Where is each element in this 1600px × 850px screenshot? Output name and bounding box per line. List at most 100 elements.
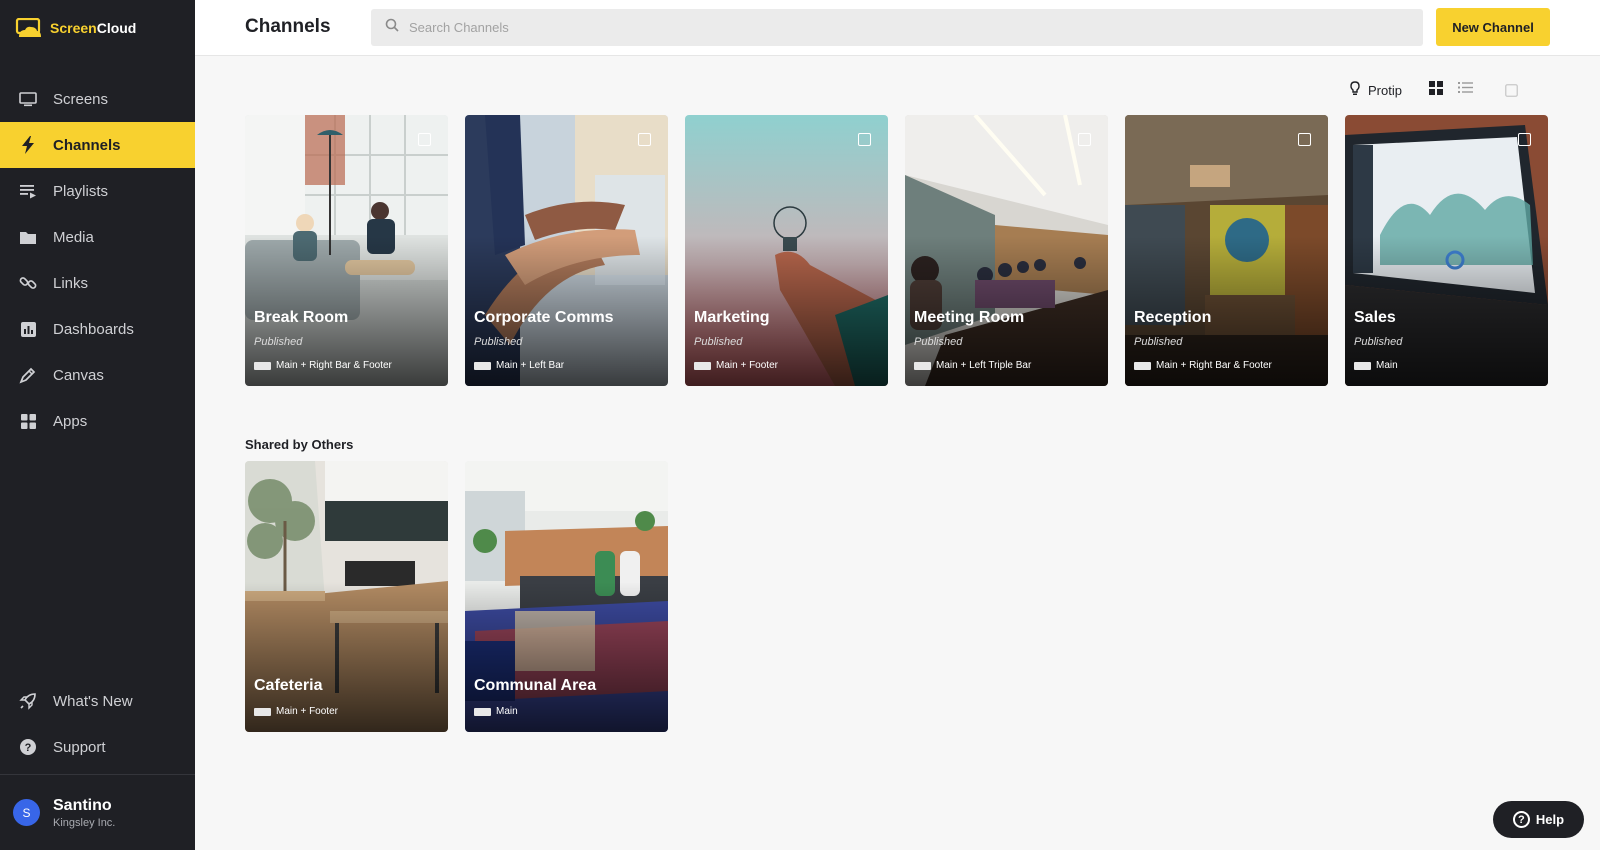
brand-name: ScreenCloud [50, 20, 137, 36]
view-toolbar: Protip [1350, 80, 1526, 100]
select-all-checkbox[interactable] [1498, 80, 1526, 100]
header: Channels New Channel [195, 0, 1600, 56]
folder-icon [19, 228, 37, 246]
sidebar-item-playlists[interactable]: Playlists [0, 168, 195, 214]
playlist-icon [19, 182, 37, 200]
sidebar-item-label: Support [53, 738, 106, 756]
card-layout: Main [474, 706, 518, 717]
new-channel-button[interactable]: New Channel [1436, 8, 1550, 46]
question-circle-icon: ? [1512, 811, 1530, 828]
card-title: Communal Area [474, 677, 597, 694]
card-title: Corporate Comms [474, 309, 614, 326]
monitor-icon [19, 90, 37, 108]
card-title: Cafeteria [254, 677, 323, 694]
sidebar-item-canvas[interactable]: Canvas [0, 352, 195, 398]
grid-apps-icon [19, 412, 37, 430]
link-icon [19, 274, 37, 292]
sidebar-item-label: Screens [53, 90, 109, 108]
shared-channel-grid: Cafeteria Main + Footer Communal Area Ma… [245, 461, 668, 732]
brand[interactable]: ScreenCloud [0, 0, 195, 56]
layout-icon [1354, 361, 1371, 370]
card-layout: Main [1354, 360, 1398, 371]
sidebar-item-whats-new[interactable]: What's New [0, 678, 195, 724]
sidebar-item-links[interactable]: Links [0, 260, 195, 306]
card-title: Marketing [694, 309, 770, 326]
layout-icon [694, 361, 711, 370]
card-checkbox[interactable] [1078, 133, 1091, 146]
list-view-button[interactable] [1452, 80, 1480, 100]
card-layout: Main + Left Triple Bar [914, 360, 1031, 371]
layout-icon [254, 361, 271, 370]
screencloud-logo-icon [15, 17, 42, 38]
channel-grid: Break Room Published Main + Right Bar & … [245, 115, 1548, 386]
channel-card-meeting-room[interactable]: Meeting Room Published Main + Left Tripl… [905, 115, 1108, 386]
sidebar: ScreenCloud Screens Channels Playlists M… [0, 0, 195, 850]
card-checkbox[interactable] [418, 133, 431, 146]
card-status: Published [1134, 336, 1183, 348]
layout-icon [914, 361, 931, 370]
sidebar-item-label: Links [53, 274, 89, 292]
help-button[interactable]: ? Help [1493, 801, 1584, 838]
lightbulb-icon [1350, 81, 1360, 99]
page-title: Channels [245, 16, 331, 37]
question-icon: ? [19, 738, 37, 756]
layout-icon [1134, 361, 1151, 370]
card-status: Published [914, 336, 963, 348]
card-layout: Main + Footer [694, 360, 778, 371]
sidebar-item-label: Canvas [53, 366, 104, 384]
sidebar-bottom-nav: What's New ? Support [0, 678, 195, 770]
protip-label: Protip [1368, 82, 1402, 98]
card-checkbox[interactable] [1298, 133, 1311, 146]
sidebar-item-label: Apps [53, 412, 88, 430]
card-layout: Main + Right Bar & Footer [254, 360, 392, 371]
card-status: Published [254, 336, 303, 348]
sidebar-item-label: Channels [53, 136, 121, 154]
protip-button[interactable]: Protip [1350, 81, 1402, 99]
card-checkbox[interactable] [1518, 133, 1531, 146]
sidebar-item-label: Playlists [53, 182, 109, 200]
card-status: Published [1354, 336, 1403, 348]
channel-card-cafeteria[interactable]: Cafeteria Main + Footer [245, 461, 448, 732]
rocket-icon [19, 692, 37, 710]
sidebar-item-label: What's New [53, 692, 133, 710]
sidebar-item-apps[interactable]: Apps [0, 398, 195, 444]
user-org: Kingsley Inc. [53, 816, 116, 829]
card-title: Meeting Room [914, 309, 1025, 326]
sidebar-item-label: Dashboards [53, 320, 134, 338]
channel-card-corporate-comms[interactable]: Corporate Comms Published Main + Left Ba… [465, 115, 668, 386]
grid-view-icon [1428, 80, 1443, 100]
card-title: Sales [1354, 309, 1396, 326]
channel-card-reception[interactable]: Reception Published Main + Right Bar & F… [1125, 115, 1328, 386]
card-checkbox[interactable] [858, 133, 871, 146]
help-label: Help [1535, 812, 1565, 827]
avatar: S [13, 799, 40, 826]
search-bar[interactable] [371, 9, 1423, 46]
card-layout: Main + Left Bar [474, 360, 564, 371]
user-profile[interactable]: S Santino Kingsley Inc. [0, 774, 195, 850]
channel-card-sales[interactable]: Sales Published Main [1345, 115, 1548, 386]
pen-icon [19, 366, 37, 384]
channel-card-communal-area[interactable]: Communal Area Main [465, 461, 668, 732]
card-title: Break Room [254, 309, 349, 326]
bar-chart-icon [19, 320, 37, 338]
sidebar-item-screens[interactable]: Screens [0, 76, 195, 122]
card-layout: Main + Right Bar & Footer [1134, 360, 1272, 371]
user-info: Santino Kingsley Inc. [53, 797, 115, 829]
channel-card-marketing[interactable]: Marketing Published Main + Footer [685, 115, 888, 386]
shared-section-heading: Shared by Others [245, 437, 354, 452]
svg-text:?: ? [25, 742, 32, 754]
sidebar-item-support[interactable]: ? Support [0, 724, 195, 770]
card-status: Published [474, 336, 523, 348]
layout-icon [254, 707, 271, 716]
search-icon [385, 18, 399, 37]
sidebar-item-media[interactable]: Media [0, 214, 195, 260]
grid-view-button[interactable] [1422, 80, 1450, 100]
search-input[interactable] [409, 20, 1423, 35]
channel-card-break-room[interactable]: Break Room Published Main + Right Bar & … [245, 115, 448, 386]
sidebar-item-dashboards[interactable]: Dashboards [0, 306, 195, 352]
sidebar-item-label: Media [53, 228, 94, 246]
card-checkbox[interactable] [638, 133, 651, 146]
sidebar-item-channels[interactable]: Channels [0, 122, 195, 168]
card-status: Published [694, 336, 743, 348]
list-view-icon [1458, 81, 1474, 99]
